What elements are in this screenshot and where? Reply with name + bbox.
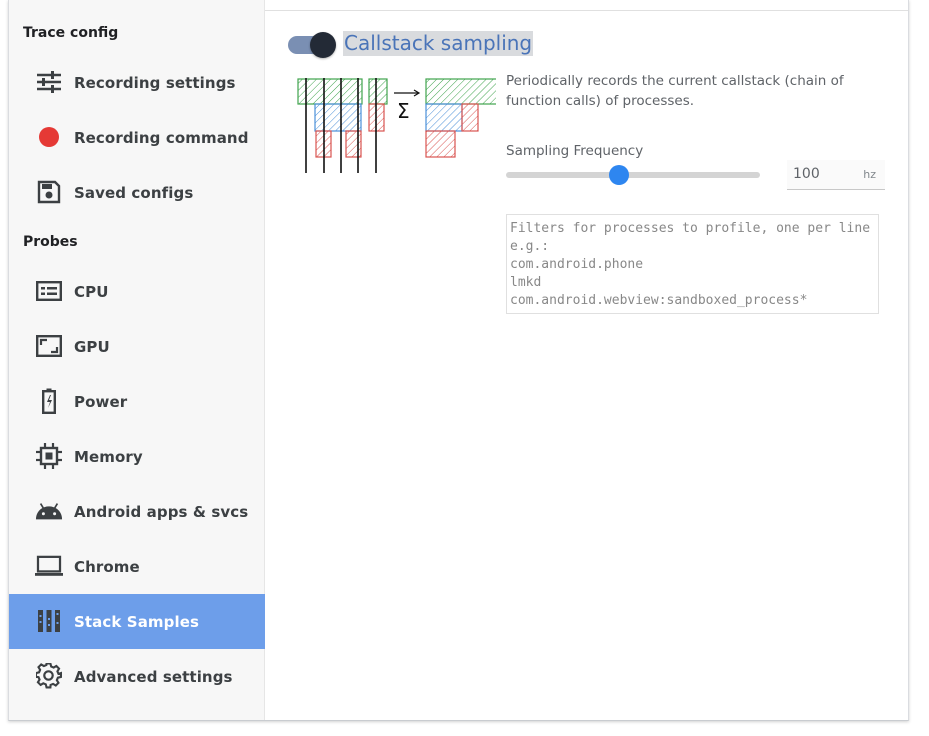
sidebar-item-label: Power	[74, 392, 128, 411]
sidebar-item-cpu[interactable]: CPU	[9, 264, 265, 319]
slider-rail	[506, 172, 760, 178]
sidebar-item-label: Memory	[74, 447, 143, 466]
cpu-icon	[35, 277, 63, 305]
sidebar-item-label: Android apps & svcs	[74, 502, 249, 521]
sidebar-item-label: Saved configs	[74, 183, 194, 202]
save-icon	[35, 178, 63, 206]
sidebar-item-saved-configs[interactable]: Saved configs	[9, 165, 265, 220]
sidebar-item-chrome[interactable]: Chrome	[9, 539, 265, 594]
sampling-frequency-slider[interactable]	[506, 164, 760, 188]
gear-icon	[35, 662, 63, 690]
sidebar-item-memory[interactable]: Memory	[9, 429, 265, 484]
sidebar-item-advanced-settings[interactable]: Advanced settings	[9, 649, 265, 704]
section-title-probes: Probes	[23, 234, 78, 250]
record-dot-icon	[35, 123, 63, 151]
sampling-frequency-label: Sampling Frequency	[506, 143, 644, 159]
sidebar-item-recording-command[interactable]: Recording command	[9, 110, 265, 165]
gpu-icon	[35, 332, 63, 360]
sampling-frequency-input[interactable]: 100 hz	[787, 160, 885, 190]
sidebar-item-recording-settings[interactable]: Recording settings	[9, 55, 265, 110]
probe-title: Callstack sampling	[343, 31, 534, 56]
sidebar-item-label: Advanced settings	[74, 667, 233, 686]
sidebar: Trace config Recording settings Recordin…	[9, 0, 265, 720]
sidebar-item-label: Recording settings	[74, 73, 236, 92]
probe-description: Periodically records the current callsta…	[506, 73, 844, 109]
section-title-trace-config: Trace config	[23, 25, 119, 41]
sidebar-item-label: Chrome	[74, 557, 140, 576]
probe-enable-toggle[interactable]	[288, 32, 338, 58]
battery-icon	[35, 387, 63, 415]
laptop-icon	[35, 552, 63, 580]
sidebar-item-gpu[interactable]: GPU	[9, 319, 265, 374]
stack-samples-icon	[35, 607, 63, 635]
callstack-diagram-image: Σ	[297, 78, 496, 173]
sidebar-item-power[interactable]: Power	[9, 374, 265, 429]
frequency-unit: hz	[863, 168, 876, 181]
sidebar-item-label: Recording command	[74, 128, 249, 147]
slider-thumb[interactable]	[609, 165, 630, 185]
tune-icon	[35, 68, 63, 96]
sidebar-item-stack-samples[interactable]: Stack Samples	[9, 594, 265, 649]
sidebar-item-android-apps[interactable]: Android apps & svcs	[9, 484, 265, 539]
app-frame: Trace config Recording settings Recordin…	[8, 0, 909, 721]
toggle-knob	[310, 32, 336, 58]
sidebar-item-label: CPU	[74, 282, 109, 301]
sidebar-item-label: GPU	[74, 337, 110, 356]
process-filters-textarea[interactable]: Filters for processes to profile, one pe…	[506, 214, 879, 314]
android-icon	[35, 497, 63, 525]
sidebar-item-label: Stack Samples	[74, 612, 200, 631]
svg-text:Σ: Σ	[397, 99, 410, 123]
frequency-value: 100	[793, 166, 820, 182]
memory-chip-icon	[35, 442, 63, 470]
probe-panel: Callstack sampling Σ Periodically record…	[266, 0, 908, 720]
